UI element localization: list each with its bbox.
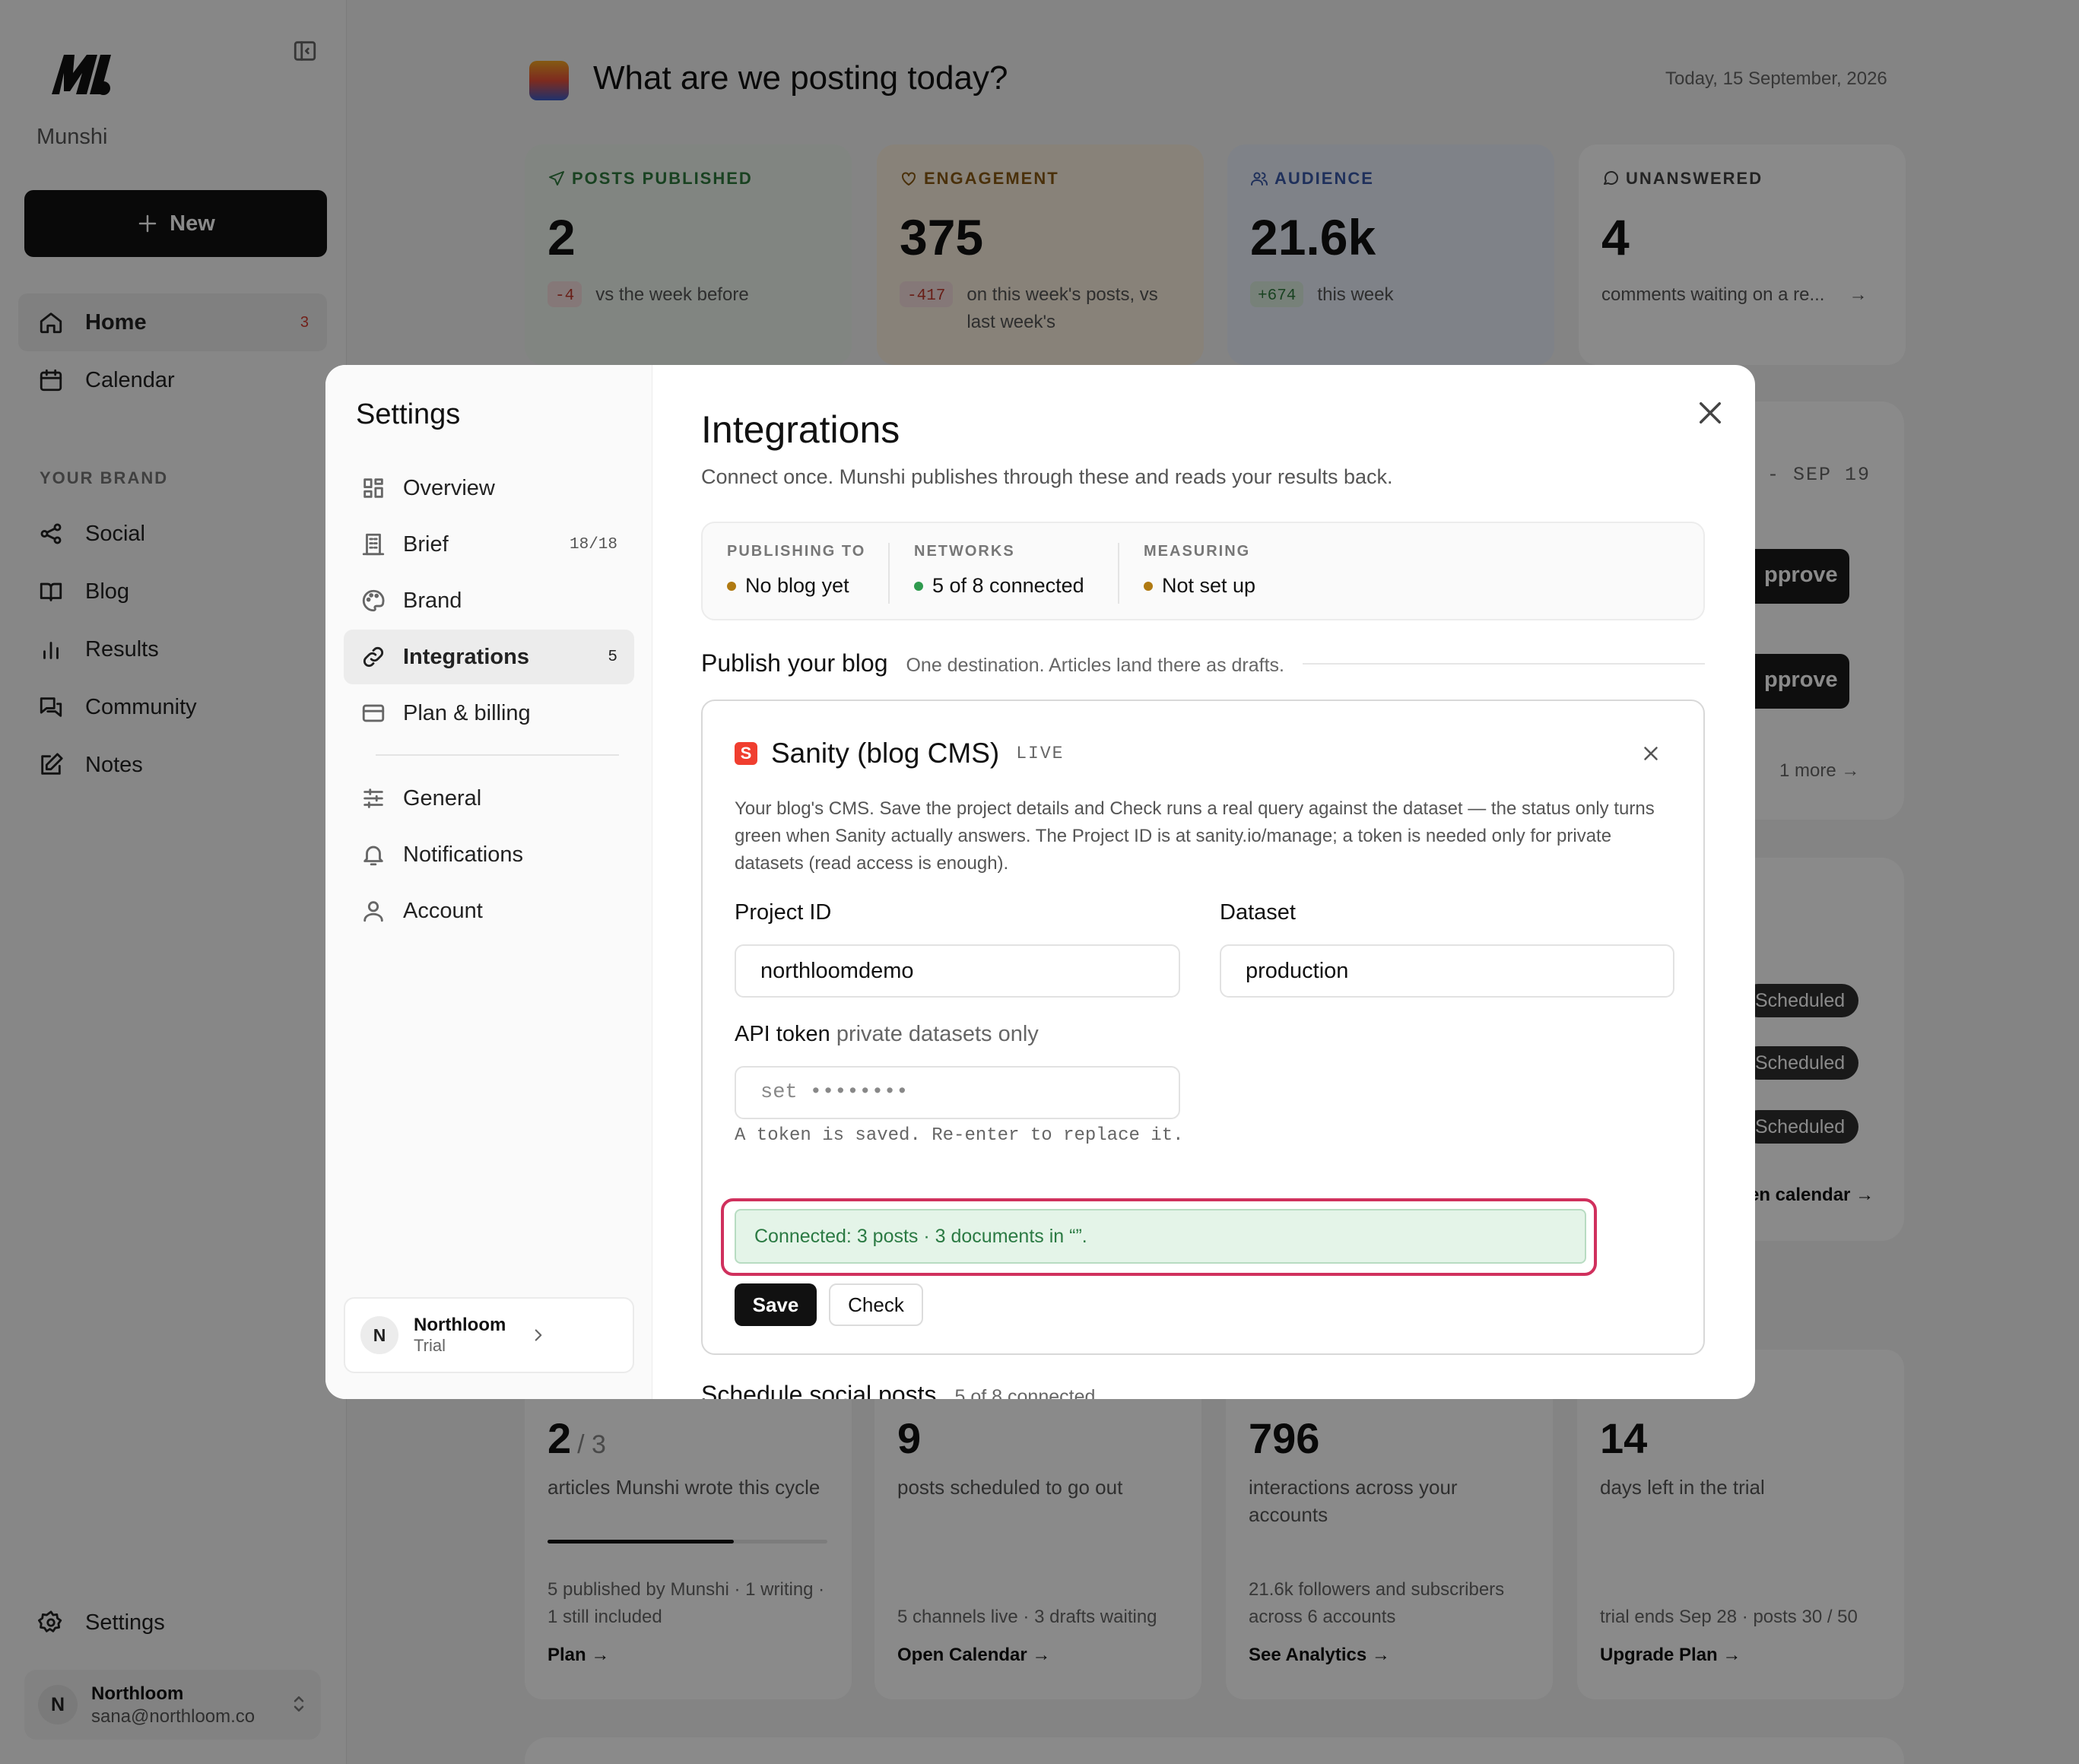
settings-item-overview[interactable]: Overview: [344, 461, 634, 516]
publish-section-header: Publish your blog One destination. Artic…: [701, 649, 1705, 677]
building-icon: [360, 531, 386, 557]
sanity-integration-card: S Sanity (blog CMS) LIVE Your blog's CMS…: [701, 700, 1705, 1355]
workspace-avatar: N: [360, 1316, 398, 1354]
settings-item-label: Brand: [403, 588, 462, 613]
integration-name: Sanity (blog CMS): [771, 738, 1000, 769]
card-icon: [360, 700, 386, 726]
integrations-lead: Connect once. Munshi publishes through t…: [701, 465, 1393, 488]
integration-description: Your blog's CMS. Save the project detail…: [735, 798, 1655, 874]
project-id-input[interactable]: northloomdemo: [735, 944, 1180, 998]
settings-title: Settings: [356, 398, 461, 430]
close-icon[interactable]: [1694, 397, 1726, 429]
api-token-hint: private datasets only: [836, 1022, 1039, 1046]
status-label: NETWORKS: [914, 543, 1015, 560]
link-icon: [360, 644, 386, 670]
bell-icon: [360, 842, 386, 868]
status-value: No blog yet: [745, 574, 849, 597]
palette-icon: [360, 588, 386, 614]
status-dot: [1144, 581, 1153, 591]
status-value: Not set up: [1162, 574, 1256, 597]
status-label: PUBLISHING TO: [727, 543, 866, 560]
workspace-plan: Trial: [414, 1336, 446, 1355]
settings-item-label: Integrations: [403, 644, 529, 669]
settings-item-general[interactable]: General: [344, 771, 634, 826]
workspace-switcher[interactable]: N Northloom Trial: [344, 1297, 634, 1373]
dataset-input[interactable]: production: [1220, 944, 1674, 998]
workspace-name: Northloom: [414, 1315, 506, 1335]
section-title: Publish your blog: [701, 649, 888, 677]
section-rule: [1302, 662, 1705, 665]
section-hint: 5 of 8 connected: [954, 1386, 1096, 1399]
api-token-input[interactable]: set ••••••••: [735, 1066, 1180, 1119]
project-id-label: Project ID: [735, 900, 832, 925]
settings-modal: Settings Overview Brief 18/18 Brand Inte…: [325, 365, 1755, 1399]
user-icon: [360, 898, 386, 924]
check-button[interactable]: Check: [829, 1283, 923, 1326]
status-measuring: MEASURING Not set up: [1119, 523, 1347, 619]
dataset-label: Dataset: [1220, 900, 1296, 925]
sliders-icon: [360, 785, 386, 811]
social-section-header: Schedule social posts 5 of 8 connected: [701, 1381, 1095, 1399]
settings-item-label: Account: [403, 898, 483, 923]
status-label: MEASURING: [1144, 543, 1251, 560]
status-publishing: PUBLISHING TO No blog yet: [703, 523, 888, 619]
section-title: Schedule social posts: [701, 1381, 937, 1399]
settings-item-label: Plan & billing: [403, 700, 531, 725]
settings-nav: Settings Overview Brief 18/18 Brand Inte…: [325, 365, 652, 1399]
settings-item-label: Notifications: [403, 842, 523, 867]
status-dot: [727, 581, 736, 591]
remove-integration-icon[interactable]: [1639, 742, 1662, 765]
section-hint: One destination. Articles land there as …: [906, 655, 1284, 676]
settings-item-label: General: [403, 785, 482, 811]
grid-icon: [360, 475, 386, 501]
settings-item-label: Overview: [403, 475, 495, 500]
status-networks: NETWORKS 5 of 8 connected: [890, 523, 1118, 619]
settings-item-count: 5: [608, 648, 617, 666]
api-token-label-text: API token: [735, 1022, 830, 1046]
settings-item-brief[interactable]: Brief 18/18: [344, 517, 634, 572]
settings-item-count: 18/18: [569, 535, 617, 554]
integration-status-bar: PUBLISHING TO No blog yet NETWORKS 5 of …: [701, 522, 1705, 620]
chevron-right-icon: [528, 1325, 548, 1345]
settings-nav-divider: [376, 754, 619, 756]
settings-item-plan-billing[interactable]: Plan & billing: [344, 686, 634, 741]
settings-item-notifications[interactable]: Notifications: [344, 827, 634, 882]
sanity-logo-icon: S: [735, 742, 757, 765]
status-value: 5 of 8 connected: [932, 574, 1084, 597]
settings-item-integrations[interactable]: Integrations 5: [344, 630, 634, 684]
settings-item-brand[interactable]: Brand: [344, 573, 634, 628]
status-dot: [914, 581, 923, 591]
integration-state: LIVE: [1016, 744, 1065, 763]
api-token-label: API token private datasets only: [735, 1022, 1039, 1047]
connection-status-message: Connected: 3 posts · 3 documents in “”.: [735, 1209, 1586, 1264]
settings-item-account[interactable]: Account: [344, 884, 634, 938]
api-token-help: A token is saved. Re-enter to replace it…: [735, 1125, 1184, 1146]
integrations-title: Integrations: [701, 408, 900, 451]
save-button[interactable]: Save: [735, 1283, 817, 1326]
settings-item-label: Brief: [403, 531, 449, 557]
